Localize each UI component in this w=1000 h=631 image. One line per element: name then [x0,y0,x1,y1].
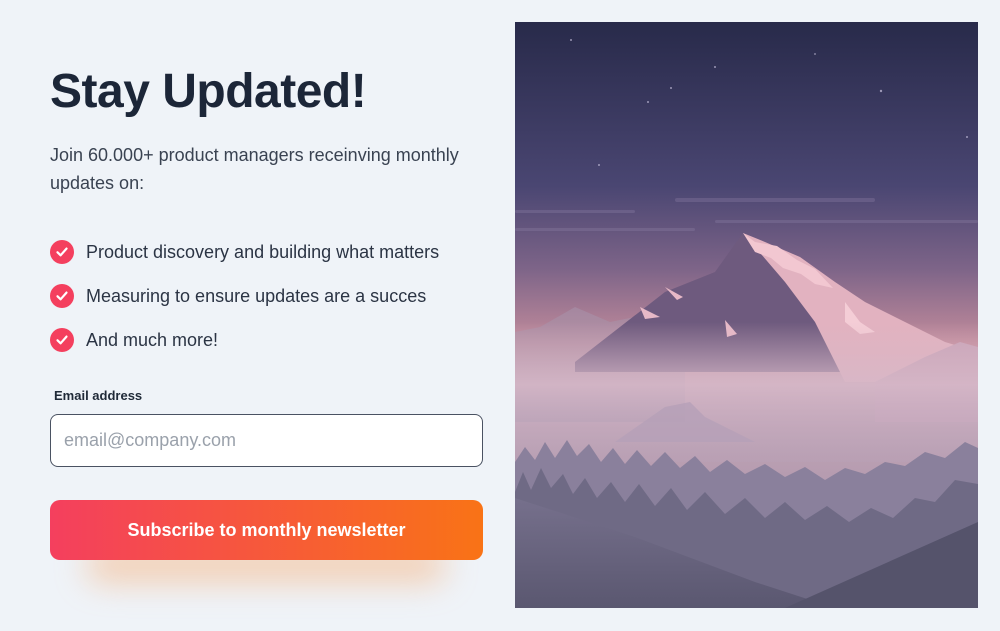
hero-image [515,22,978,608]
email-field[interactable] [50,414,483,467]
email-label: Email address [54,388,143,403]
feature-list: Product discovery and building what matt… [50,230,439,362]
feature-item: Product discovery and building what matt… [50,230,439,274]
feature-item: Measuring to ensure updates are a succes [50,274,439,318]
signup-page: Stay Updated! Join 60.000+ product manag… [0,0,1000,631]
check-circle-icon [50,284,74,308]
page-title: Stay Updated! [50,65,367,118]
subscribe-button[interactable]: Subscribe to monthly newsletter [50,500,483,560]
check-circle-icon [50,240,74,264]
intro-text: Join 60.000+ product managers receinving… [50,145,459,193]
feature-label: And much more! [86,329,219,350]
feature-label: Product discovery and building what matt… [86,241,440,262]
feature-item: And much more! [50,318,439,362]
mountain-night-illustration [515,22,978,608]
check-circle-icon [50,328,74,352]
feature-label: Measuring to ensure updates are a succes [86,285,427,306]
